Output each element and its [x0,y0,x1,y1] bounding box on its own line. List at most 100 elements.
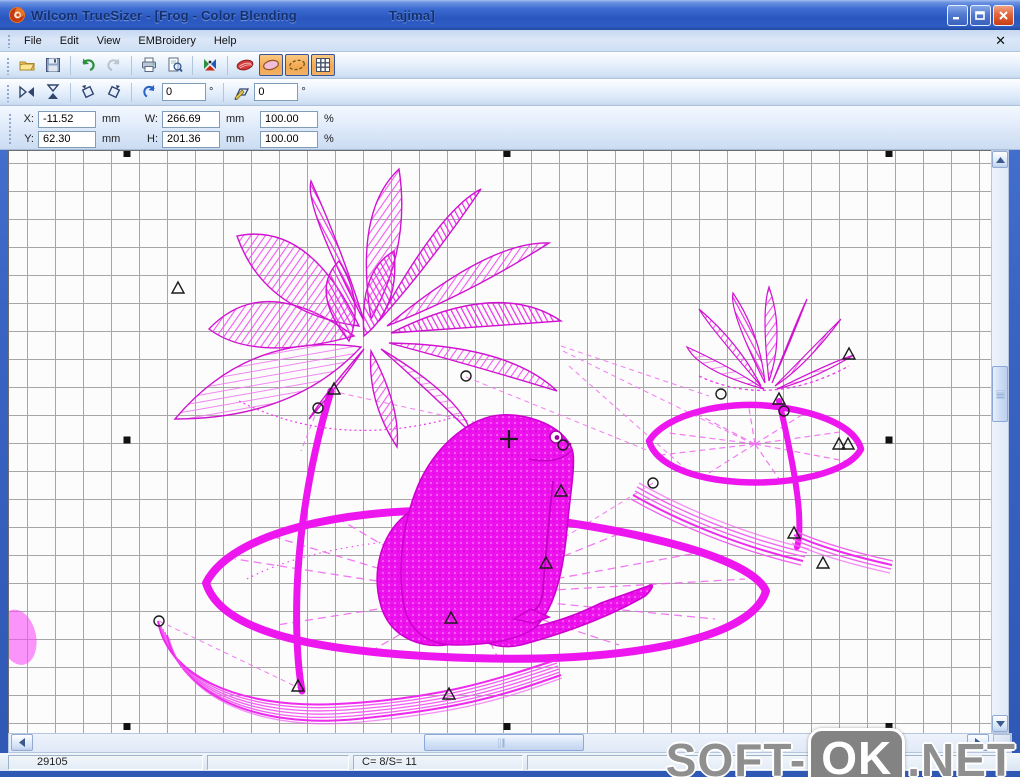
rotate-cw-45-button[interactable] [102,81,126,103]
height-unit: mm [226,133,245,145]
large-lotus-flower[interactable] [173,167,564,450]
y-label: Y: [24,133,34,145]
small-lily-pad[interactable] [645,401,865,486]
menu-view[interactable]: View [88,32,130,50]
toolbar-grip[interactable] [5,82,10,102]
skew-angle-input[interactable] [254,83,299,101]
flip-horizontal-button[interactable] [15,81,39,103]
print-icon [142,57,156,72]
menu-edit[interactable]: Edit [51,32,88,50]
y-unit: mm [102,133,121,145]
menu-file[interactable]: File [15,32,51,50]
width-scale-input[interactable] [260,110,318,128]
selection-handle[interactable] [123,151,131,157]
scroll-left-button[interactable] [11,734,33,751]
frog[interactable] [9,414,654,669]
show-dashed-outlines-button[interactable] [285,54,309,76]
x-unit: mm [102,113,121,125]
save-button[interactable] [41,54,65,76]
rotate-by-icon [143,85,155,98]
width-unit: mm [226,113,245,125]
small-lotus-flower[interactable] [685,285,855,391]
width-scale-unit: % [324,113,334,125]
selection-handle[interactable] [885,436,893,444]
property-bar: X: mm W: mm % Y: mm H: mm % [0,106,1020,150]
open-button[interactable] [15,54,39,76]
stitch-view-icon [236,59,254,71]
minimize-icon [953,16,959,19]
flip-vertical-button[interactable] [41,81,65,103]
height-scale-input[interactable] [260,130,318,148]
y-input[interactable] [38,130,96,148]
vertical-scrollbar[interactable] [991,150,1009,733]
toolbar-grip[interactable] [7,112,12,144]
stitch-view-button[interactable] [233,54,257,76]
skew-by-icon [234,88,250,101]
selection-handle[interactable] [503,151,511,157]
design-canvas[interactable] [8,150,991,733]
arrow-left-icon [19,738,25,747]
toolbar-grip[interactable] [5,55,10,75]
print-preview-button[interactable] [163,54,187,76]
restore-icon [975,10,985,20]
true-view-button[interactable] [198,54,222,76]
vertical-scroll-thumb[interactable] [992,366,1008,422]
menu-help[interactable]: Help [205,32,246,50]
arrow-up-icon [995,156,1005,163]
print-preview-icon [168,57,183,73]
flip-vertical-icon [46,84,60,99]
scroll-up-button[interactable] [992,151,1008,168]
restore-button[interactable] [970,4,991,26]
menubar-grip[interactable] [6,33,11,48]
open-icon [19,61,35,71]
menu-embroidery[interactable]: EMBroidery [129,32,204,50]
toolbar-standard [0,52,1020,79]
skew-angle-unit: ° [301,86,306,98]
selection-handle[interactable] [123,723,131,730]
selection-handle[interactable] [503,723,511,730]
show-outlines-button[interactable] [259,54,283,76]
site-watermark: SOFT- OK .NET [666,728,1016,777]
show-dashed-outlines-icon [288,59,306,71]
close-button[interactable] [993,4,1014,26]
selection-handle[interactable] [123,436,131,444]
rotate-by-button[interactable] [137,81,161,103]
rotate-ccw-45-button[interactable] [76,81,100,103]
width-input[interactable] [162,110,220,128]
undo-icon [82,58,95,72]
rotate-cw-45-icon [107,85,121,99]
show-outlines-icon [263,59,279,71]
minimize-button[interactable] [947,4,968,26]
redo-icon [107,58,120,72]
status-spacer [207,754,349,770]
undo-button[interactable] [76,54,100,76]
skew-by-button[interactable] [229,81,253,103]
x-input[interactable] [38,110,96,128]
titlebar: Wilcom TrueSizer - [Frog - Color Blendin… [0,0,1020,30]
show-grid-icon [316,58,330,72]
embroidery-design [9,151,894,730]
window-title: Wilcom TrueSizer - [Frog - Color Blendin… [31,7,435,23]
redo-button[interactable] [102,54,126,76]
watermark-text-right: .NET [907,734,1016,777]
height-input[interactable] [162,130,220,148]
horizontal-scroll-thumb[interactable] [424,734,584,751]
height-scale-unit: % [324,133,334,145]
right-swoosh[interactable] [630,482,810,566]
save-icon [46,58,60,72]
x-label: X: [23,113,34,125]
print-button[interactable] [137,54,161,76]
selection-handle[interactable] [885,151,893,157]
rotate-angle-unit: ° [209,86,214,98]
true-view-icon [204,59,216,71]
right-ribbon-leaf[interactable] [791,530,894,574]
menubar: File Edit View EMBroidery Help ✕ [0,30,1020,52]
app-logo-icon [9,7,25,23]
rotate-angle-input[interactable] [162,83,206,101]
rotate-ccw-45-icon [81,85,95,99]
show-grid-button[interactable] [311,54,335,76]
arrow-down-icon [995,720,1005,727]
document-close-button[interactable]: ✕ [991,33,1010,48]
watermark-ok-badge: OK [808,728,906,777]
width-label: W: [144,113,158,125]
